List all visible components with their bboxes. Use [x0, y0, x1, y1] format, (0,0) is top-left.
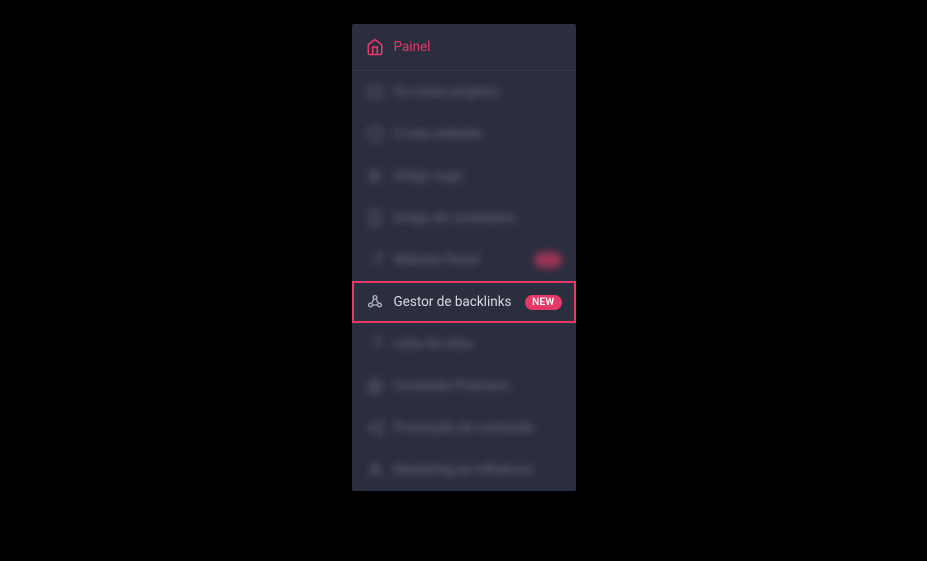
sidebar-item-panel[interactable]: Painel [352, 24, 576, 71]
chevron-right-icon: › [558, 339, 561, 350]
sidebar-item-label: Website Panel [394, 252, 524, 268]
sidebar-item-blurred-5[interactable]: Website Panel [352, 239, 576, 281]
folder-icon [366, 83, 384, 101]
link-icon [366, 251, 384, 269]
sidebar: Painel Os meus projetos O meu website › … [352, 24, 576, 491]
link-icon [366, 335, 384, 353]
sidebar-item-blurred-1[interactable]: Os meus projetos [352, 71, 576, 113]
chevron-right-icon: › [558, 171, 561, 182]
badge-blurred [534, 252, 562, 268]
megaphone-icon [366, 419, 384, 437]
chevron-right-icon: › [558, 381, 561, 392]
sidebar-item-blurred-9[interactable]: Marketing de influência [352, 449, 576, 491]
sidebar-item-blurred-7[interactable]: Conteúdo Premium › [352, 365, 576, 407]
sidebar-item-blurred-3[interactable]: Artigo sugs › [352, 155, 576, 197]
new-badge: NEW [525, 295, 561, 310]
sidebar-item-label: Marketing de influência [394, 462, 562, 478]
sidebar-item-label: Conteúdo Premium [394, 378, 549, 394]
sidebar-item-label: Artigo sugs [394, 168, 549, 184]
sidebar-item-blurred-4[interactable]: Artigo de conteúdos › [352, 197, 576, 239]
backlinks-icon [366, 293, 384, 311]
sidebar-item-label: O meu website [394, 126, 549, 142]
sidebar-item-backlinks[interactable]: Gestor de backlinks NEW [352, 281, 576, 323]
sidebar-panel-label: Painel [394, 39, 562, 55]
list-icon [366, 167, 384, 185]
sidebar-item-label: Promoção de conteúdo [394, 420, 562, 436]
globe-icon [366, 125, 384, 143]
document-icon [366, 209, 384, 227]
sidebar-item-blurred-8[interactable]: Promoção de conteúdo [352, 407, 576, 449]
sidebar-item-blurred-6[interactable]: Lista de sites › [352, 323, 576, 365]
sidebar-item-label: Lista de sites [394, 336, 549, 352]
users-icon [366, 461, 384, 479]
home-icon [366, 38, 384, 56]
sidebar-item-label: Artigo de conteúdos [394, 210, 549, 226]
sidebar-item-label: Os meus projetos [394, 84, 562, 100]
sidebar-item-blurred-2[interactable]: O meu website › [352, 113, 576, 155]
sidebar-item-label: Gestor de backlinks [394, 294, 516, 310]
star-icon [366, 377, 384, 395]
chevron-right-icon: › [558, 129, 561, 140]
chevron-right-icon: › [558, 213, 561, 224]
